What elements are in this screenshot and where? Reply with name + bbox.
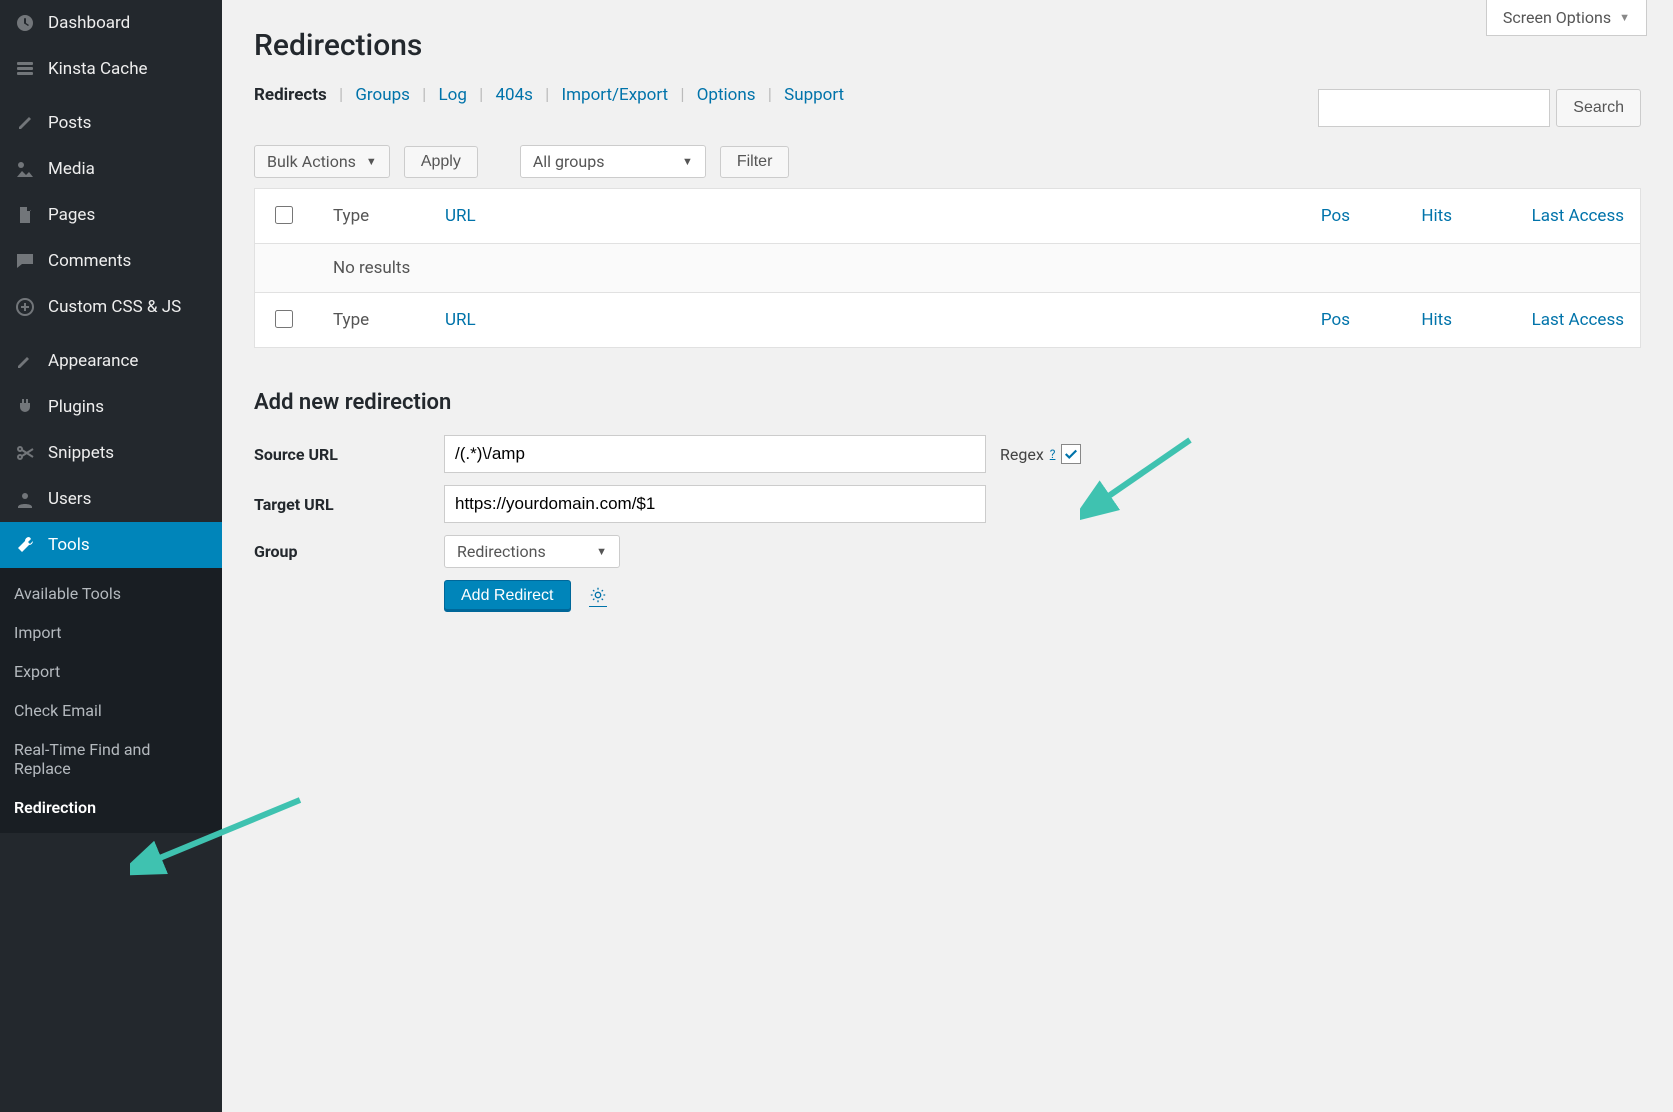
sidebar-label: Posts	[48, 113, 91, 133]
tab-import-export[interactable]: Import/Export	[562, 85, 669, 105]
submenu-check-email[interactable]: Check Email	[0, 691, 222, 730]
content-area: Screen Options ▼ Redirections Redirects …	[222, 0, 1673, 1112]
sidebar-item-comments[interactable]: Comments	[0, 238, 222, 284]
col-pos-footer[interactable]: Pos	[1274, 293, 1366, 348]
search-input[interactable]	[1318, 89, 1550, 127]
submenu-find-replace[interactable]: Real-Time Find and Replace	[0, 730, 222, 788]
source-url-input[interactable]	[444, 435, 986, 473]
scissors-icon	[14, 442, 36, 464]
tab-redirects[interactable]: Redirects	[254, 85, 327, 105]
sidebar-item-posts[interactable]: Posts	[0, 100, 222, 146]
col-url[interactable]: URL	[429, 189, 1274, 244]
regex-label: Regex	[1000, 445, 1044, 464]
submenu-available-tools[interactable]: Available Tools	[0, 574, 222, 613]
comments-icon	[14, 250, 36, 272]
bulk-actions-label: Bulk Actions	[267, 152, 356, 171]
cache-icon	[14, 58, 36, 80]
chevron-down-icon: ▼	[1619, 11, 1630, 24]
select-all-checkbox-footer[interactable]	[275, 310, 293, 328]
select-all-checkbox[interactable]	[275, 206, 293, 224]
sidebar-item-pages[interactable]: Pages	[0, 192, 222, 238]
col-hits-footer[interactable]: Hits	[1366, 293, 1468, 348]
filter-button[interactable]: Filter	[720, 146, 790, 178]
sidebar-label: Snippets	[48, 443, 114, 463]
group-select-value: Redirections	[457, 542, 546, 561]
sidebar-item-media[interactable]: Media	[0, 146, 222, 192]
add-redirect-button[interactable]: Add Redirect	[444, 580, 571, 612]
sidebar-label: Appearance	[48, 351, 138, 371]
chevron-down-icon: ▼	[366, 155, 377, 168]
tab-groups[interactable]: Groups	[355, 85, 410, 105]
sidebar-label: Dashboard	[48, 13, 130, 33]
sidebar-item-users[interactable]: Users	[0, 476, 222, 522]
tab-404s[interactable]: 404s	[495, 85, 532, 105]
chevron-down-icon: ▼	[596, 545, 607, 558]
col-type: Type	[317, 189, 429, 244]
tools-submenu: Available Tools Import Export Check Emai…	[0, 568, 222, 833]
col-last-access-footer[interactable]: Last Access	[1468, 293, 1641, 348]
appearance-icon	[14, 350, 36, 372]
regex-checkbox[interactable]	[1061, 444, 1081, 464]
group-label: Group	[254, 542, 444, 561]
col-url-footer[interactable]: URL	[429, 293, 1274, 348]
add-redirection-heading: Add new redirection	[254, 390, 1641, 415]
col-pos[interactable]: Pos	[1274, 189, 1366, 244]
col-hits[interactable]: Hits	[1366, 189, 1468, 244]
redirects-table: Type URL Pos Hits Last Access No results…	[254, 188, 1641, 348]
sidebar-label: Users	[48, 489, 91, 509]
sidebar-label: Plugins	[48, 397, 104, 417]
gear-icon[interactable]	[589, 586, 607, 607]
page-title: Redirections	[254, 28, 1641, 63]
sidebar-label: Comments	[48, 251, 131, 271]
sidebar-label: Pages	[48, 205, 95, 225]
screen-options-label: Screen Options	[1503, 8, 1611, 27]
no-results-text: No results	[317, 244, 1641, 293]
screen-options-button[interactable]: Screen Options ▼	[1486, 0, 1647, 36]
col-last-access[interactable]: Last Access	[1468, 189, 1641, 244]
tab-support[interactable]: Support	[784, 85, 844, 105]
group-filter-select[interactable]: All groups ▼	[520, 145, 706, 178]
admin-sidebar: Dashboard Kinsta Cache Posts Media Pages…	[0, 0, 222, 1112]
submenu-import[interactable]: Import	[0, 613, 222, 652]
group-select[interactable]: Redirections ▼	[444, 535, 620, 568]
search-button[interactable]: Search	[1556, 89, 1641, 127]
plus-icon	[14, 296, 36, 318]
sidebar-item-custom-css-js[interactable]: Custom CSS & JS	[0, 284, 222, 330]
tab-options[interactable]: Options	[697, 85, 756, 105]
tools-icon	[14, 534, 36, 556]
chevron-down-icon: ▼	[682, 155, 693, 168]
sidebar-label: Tools	[48, 535, 90, 555]
posts-icon	[14, 112, 36, 134]
sidebar-item-kinsta-cache[interactable]: Kinsta Cache	[0, 46, 222, 92]
plugins-icon	[14, 396, 36, 418]
sidebar-label: Media	[48, 159, 95, 179]
source-url-label: Source URL	[254, 445, 444, 464]
regex-help-link[interactable]: ?	[1050, 447, 1056, 461]
sidebar-label: Custom CSS & JS	[48, 297, 181, 317]
bulk-actions-select[interactable]: Bulk Actions ▼	[254, 145, 390, 178]
users-icon	[14, 488, 36, 510]
sidebar-item-plugins[interactable]: Plugins	[0, 384, 222, 430]
no-results-row: No results	[255, 244, 1641, 293]
submenu-redirection[interactable]: Redirection	[0, 788, 222, 827]
sidebar-item-tools[interactable]: Tools	[0, 522, 222, 568]
pages-icon	[14, 204, 36, 226]
target-url-input[interactable]	[444, 485, 986, 523]
dashboard-icon	[14, 12, 36, 34]
target-url-label: Target URL	[254, 495, 444, 514]
sidebar-item-snippets[interactable]: Snippets	[0, 430, 222, 476]
submenu-export[interactable]: Export	[0, 652, 222, 691]
col-type-footer: Type	[317, 293, 429, 348]
tab-log[interactable]: Log	[438, 85, 466, 105]
sidebar-label: Kinsta Cache	[48, 59, 148, 79]
sidebar-item-appearance[interactable]: Appearance	[0, 338, 222, 384]
media-icon	[14, 158, 36, 180]
sidebar-item-dashboard[interactable]: Dashboard	[0, 0, 222, 46]
group-filter-label: All groups	[533, 152, 605, 171]
check-icon	[1064, 447, 1078, 461]
apply-button[interactable]: Apply	[404, 146, 478, 178]
